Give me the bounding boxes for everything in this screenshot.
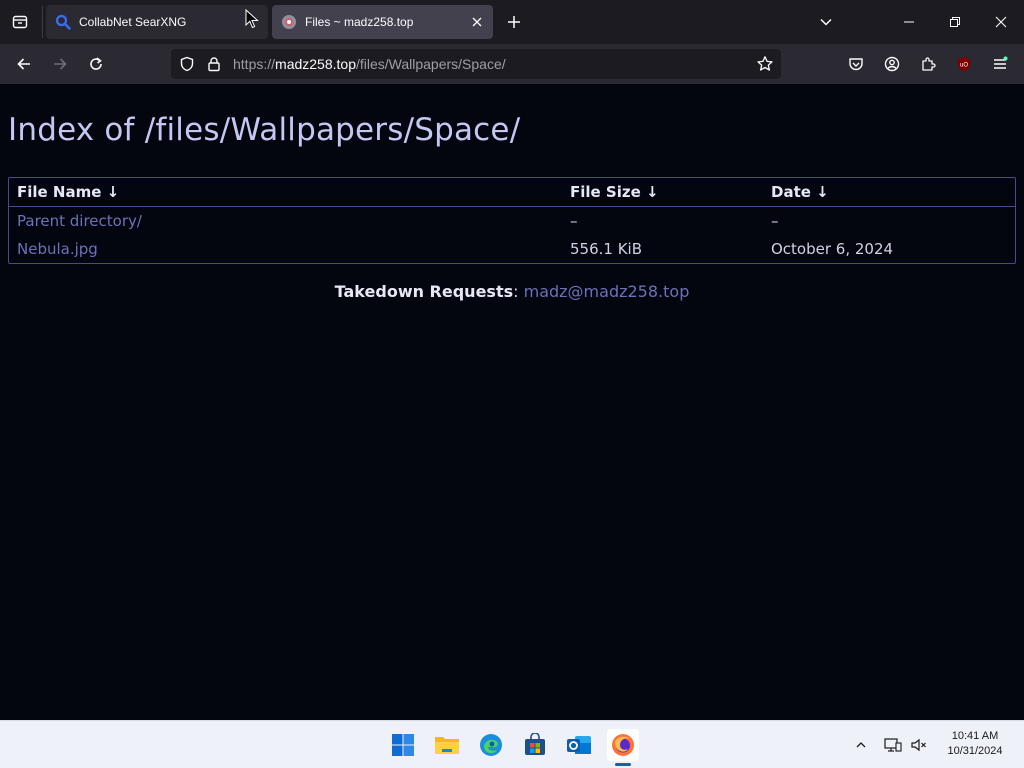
microsoft-store-icon[interactable] [519, 729, 551, 761]
file-size: 556.1 KiB [570, 240, 643, 258]
restore-icon[interactable] [932, 0, 978, 44]
pocket-icon[interactable] [842, 50, 870, 78]
tab-title: Files ~ madz258.top [305, 15, 414, 29]
takedown-label: Takedown Requests [334, 282, 514, 301]
edge-browser-icon[interactable] [475, 729, 507, 761]
tab-title: CollabNet SearXNG [79, 15, 187, 29]
lock-icon[interactable] [206, 56, 222, 72]
page-content: Index of /files/Wallpapers/Space/ File N… [0, 84, 1024, 720]
navigation-toolbar: https://madz258.top/files/Wallpapers/Spa… [0, 44, 1024, 84]
address-bar[interactable]: https://madz258.top/files/Wallpapers/Spa… [171, 49, 781, 79]
tracking-protection-shield-icon[interactable] [179, 56, 195, 72]
tab-separator [42, 6, 43, 38]
table-header: File Name ↓ File Size ↓ Date ↓ [9, 178, 1015, 207]
file-listing-table: File Name ↓ File Size ↓ Date ↓ Parent di… [8, 177, 1016, 264]
table-row: Nebula.jpg 556.1 KiB October 6, 2024 [9, 235, 1015, 263]
windows-start-icon[interactable] [387, 729, 419, 761]
firefox-taskbar-icon[interactable] [607, 729, 639, 761]
url-text: https://madz258.top/files/Wallpapers/Spa… [233, 56, 506, 72]
site-favicon-icon [281, 14, 297, 30]
close-window-icon[interactable] [978, 0, 1024, 44]
clock-date: 10/31/2024 [947, 745, 1003, 757]
tab-searxng[interactable]: CollabNet SearXNG [46, 5, 268, 39]
file-link-nebula[interactable]: Nebula.jpg [17, 240, 98, 258]
page-title: Index of /files/Wallpapers/Space/ [8, 112, 521, 148]
reload-icon[interactable] [82, 50, 110, 78]
takedown-footer: Takedown Requests: madz@madz258.top [334, 282, 690, 301]
active-app-indicator [615, 763, 631, 766]
extensions-puzzle-icon[interactable] [914, 50, 942, 78]
chevron-down-icon[interactable] [815, 11, 837, 33]
volume-muted-icon[interactable] [909, 735, 929, 755]
network-icon[interactable] [883, 735, 903, 755]
sort-arrow-icon: ↓ [106, 183, 120, 201]
tab-bar: CollabNet SearXNG Files ~ madz258.top [0, 0, 1024, 44]
back-arrow-icon[interactable] [10, 50, 38, 78]
sort-arrow-icon: ↓ [816, 183, 829, 201]
forward-arrow-icon[interactable] [46, 50, 74, 78]
minimize-icon[interactable] [886, 0, 932, 44]
table-row: Parent directory/ – – [9, 207, 1015, 235]
svg-text:uO: uO [960, 63, 968, 69]
close-tab-icon[interactable] [469, 14, 485, 30]
windows-taskbar: 10:41 AM 10/31/2024 [0, 720, 1024, 768]
account-icon[interactable] [878, 50, 906, 78]
file-size: – [570, 212, 578, 230]
menu-icon[interactable] [986, 50, 1014, 78]
file-date: October 6, 2024 [771, 240, 894, 258]
firefox-view-icon[interactable] [6, 8, 34, 36]
file-explorer-icon[interactable] [431, 729, 463, 761]
parent-directory-link[interactable]: Parent directory/ [17, 212, 142, 230]
column-header-file-size[interactable]: File Size ↓ [570, 183, 659, 201]
sort-arrow-icon: ↓ [646, 183, 659, 201]
takedown-email-link[interactable]: madz@madz258.top [524, 282, 690, 301]
column-header-file-name[interactable]: File Name ↓ [17, 183, 119, 201]
show-hidden-icons-chevron-icon[interactable] [851, 735, 871, 755]
search-icon [55, 14, 71, 30]
new-tab-icon[interactable] [503, 11, 525, 33]
system-clock[interactable]: 10:41 AM 10/31/2024 [938, 729, 1012, 759]
tab-files[interactable]: Files ~ madz258.top [272, 5, 493, 39]
bookmark-star-icon[interactable] [756, 55, 774, 73]
outlook-icon[interactable] [563, 729, 595, 761]
column-header-date[interactable]: Date ↓ [771, 183, 829, 201]
mouse-cursor-icon [245, 9, 259, 29]
ublock-origin-icon[interactable]: uO [950, 50, 978, 78]
clock-time: 10:41 AM [951, 730, 999, 742]
file-date: – [771, 212, 779, 230]
